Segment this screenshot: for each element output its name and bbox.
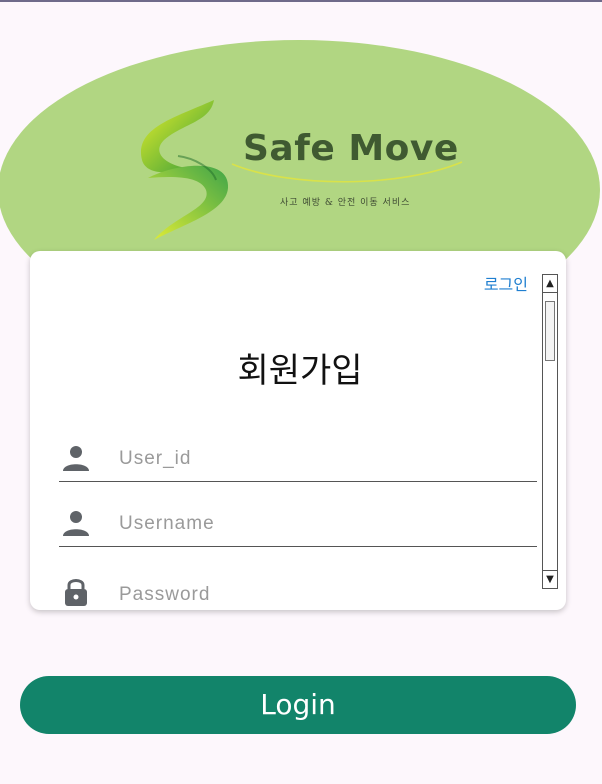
brand-tagline: 사고 예방 & 안전 이동 서비스 xyxy=(280,198,411,208)
login-button[interactable]: Login xyxy=(20,676,576,734)
scroll-up-arrow-icon[interactable]: ▲ xyxy=(543,275,557,293)
scrollbar[interactable]: ▲ ▼ xyxy=(542,274,558,589)
username-input[interactable] xyxy=(117,506,521,542)
password-input[interactable] xyxy=(117,577,521,610)
username-field[interactable] xyxy=(59,498,537,547)
user-id-input[interactable] xyxy=(117,441,521,477)
password-field[interactable] xyxy=(59,569,537,610)
page-title: 회원가입 xyxy=(237,351,363,391)
logo-icon xyxy=(140,100,229,240)
person-icon xyxy=(63,446,89,471)
top-divider xyxy=(0,0,602,2)
person-icon xyxy=(63,511,89,536)
lock-icon xyxy=(65,579,87,606)
signup-card: 로그인 ▲ ▼ 회원가입 xyxy=(30,251,566,610)
brand-underline xyxy=(231,161,463,183)
login-link[interactable]: 로그인 xyxy=(484,271,528,295)
scroll-down-arrow-icon[interactable]: ▼ xyxy=(543,570,557,588)
user-id-field[interactable] xyxy=(59,433,537,482)
